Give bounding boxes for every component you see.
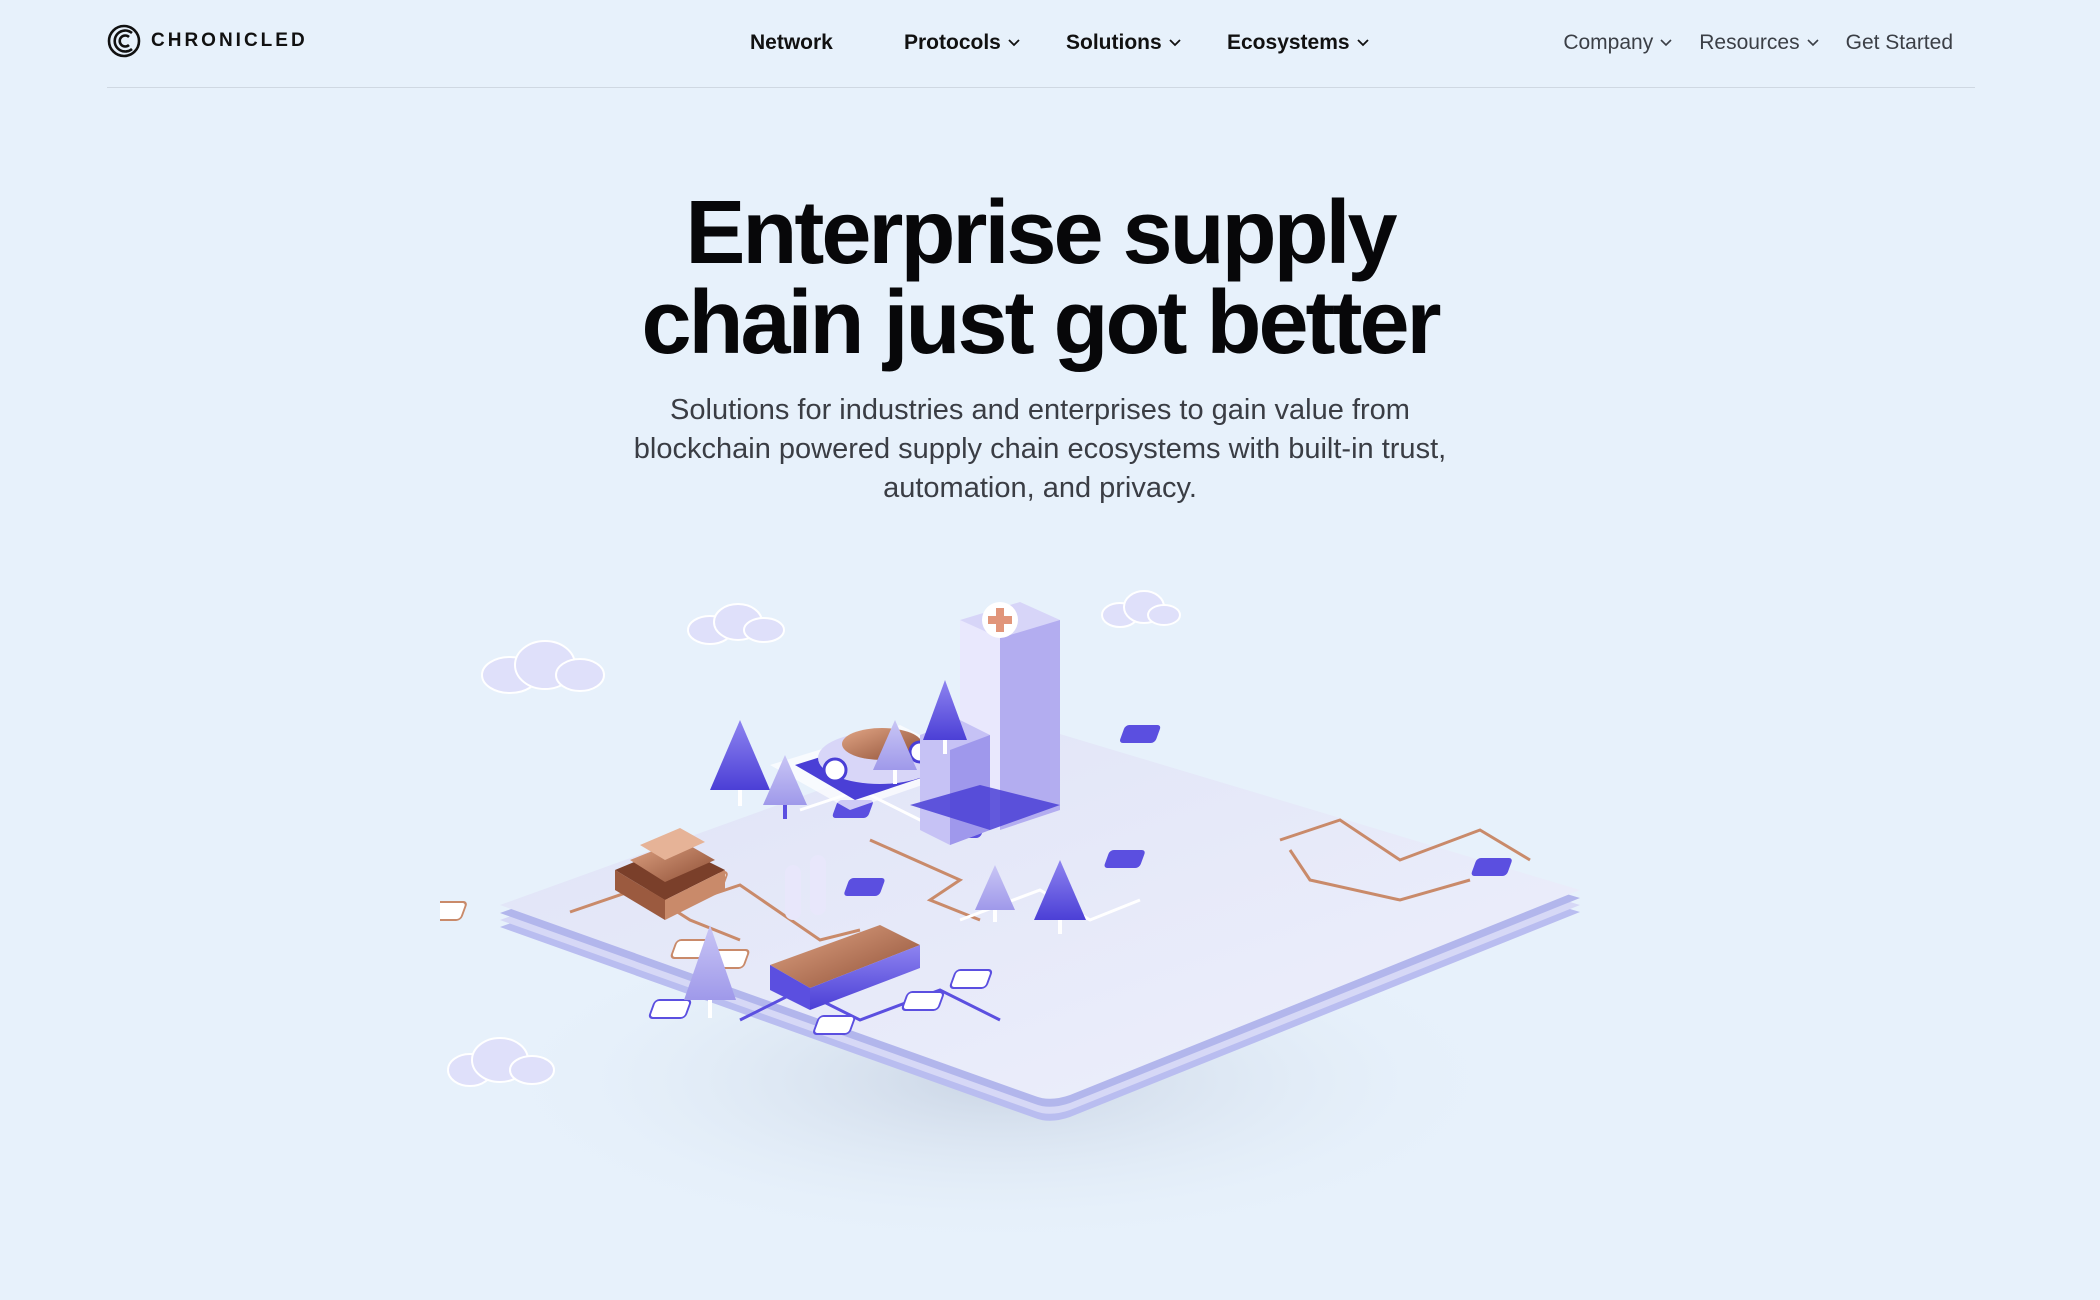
chronicled-logo-icon [107,24,141,58]
get-started-link[interactable]: Get Started [1846,31,1953,55]
chevron-down-icon [1660,39,1672,47]
hero-subtitle: Solutions for industries and enterprises… [633,394,1447,504]
secondary-nav: Company Resources Get Started [1563,28,1953,58]
hero-title-line-2: chain just got better [641,273,1441,373]
supply-chain-illustration [440,520,1640,1280]
brand-logo[interactable]: CHRONICLED [107,20,308,62]
site-header: CHRONICLED Network Protocols Solutions E… [107,0,1975,88]
nav-label: Solutions [1066,31,1162,54]
nav-label: Ecosystems [1227,31,1350,54]
nav-item-protocols[interactable]: Protocols [904,31,1066,55]
hero-title-line-1: Enterprise supply [685,183,1397,283]
nav-label: Resources [1699,31,1800,54]
nav-label: Company [1563,31,1654,54]
chevron-down-icon [1356,39,1369,47]
chevron-down-icon [1008,39,1020,47]
main-nav: Network Protocols Solutions Ecosystems [744,28,1377,58]
nav-item-network[interactable]: Network [750,31,904,55]
nav-item-ecosystems[interactable]: Ecosystems [1227,31,1377,55]
supply-chain-platform-image [440,590,1580,1250]
nav-label: Network [750,31,833,54]
nav-item-resources[interactable]: Resources [1699,31,1819,55]
chevron-down-icon [1807,39,1819,47]
nav-item-company[interactable]: Company [1563,31,1673,55]
nav-label: Get Started [1845,31,1953,54]
chevron-down-icon [1169,39,1181,47]
brand-name: CHRONICLED [151,30,308,51]
nav-item-solutions[interactable]: Solutions [1066,31,1227,55]
hero-title: Enterprise supply chain just got better [500,188,1580,368]
nav-label: Protocols [904,31,1001,54]
